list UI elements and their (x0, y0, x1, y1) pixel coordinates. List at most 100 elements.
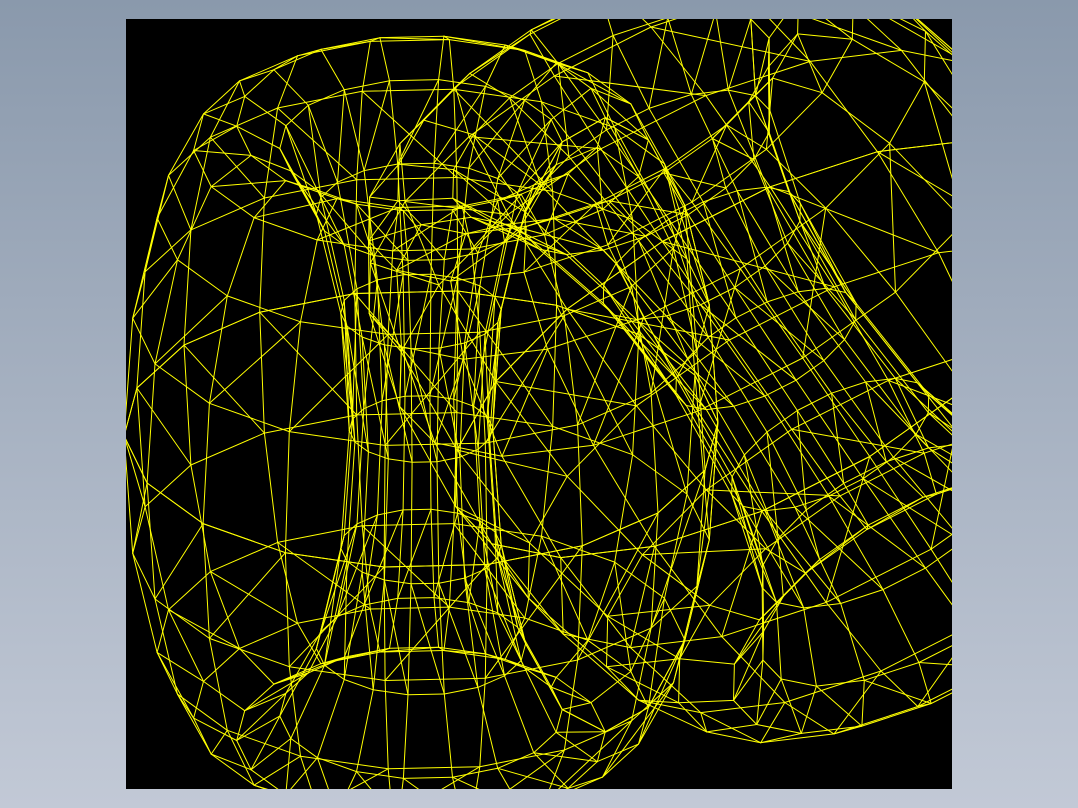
front-torus-parallel-edge (363, 400, 383, 410)
back-torus-meridian-edge (918, 662, 932, 704)
front-torus-parallel-edge (363, 163, 399, 172)
back-torus-meridian-edge (667, 19, 692, 95)
front-torus-parallel-edge (144, 464, 192, 508)
back-torus-meridian-edge (750, 19, 756, 97)
front-torus-meridian-edge (263, 432, 279, 543)
back-torus-meridian-edge (840, 603, 865, 681)
back-torus-diagonal-edge (501, 348, 548, 457)
front-torus-parallel-edge (356, 177, 458, 181)
front-torus-parallel-edge (177, 259, 228, 297)
back-torus-meridian-edge (899, 19, 926, 32)
front-torus-parallel-edge (468, 602, 499, 614)
front-torus-parallel-edge (381, 395, 406, 402)
back-torus-parallel-edge (529, 19, 562, 35)
front-torus-meridian-edge (320, 196, 345, 301)
back-torus-parallel-edge (833, 706, 919, 735)
back-torus-parallel-edge (895, 234, 952, 293)
back-torus-diagonal-edge (727, 19, 752, 91)
back-torus-parallel-edge (663, 138, 713, 174)
front-torus-parallel-edge (565, 787, 569, 789)
back-torus-meridian-edge (821, 92, 891, 144)
back-torus-meridian-edge (600, 148, 663, 242)
front-torus-meridian-edge (320, 48, 345, 91)
front-torus-meridian-edge (438, 259, 445, 349)
back-torus-parallel-edge (839, 452, 925, 497)
front-torus-parallel-edge (190, 432, 265, 466)
front-torus-parallel-edge (389, 79, 440, 82)
front-torus-parallel-edge (369, 39, 450, 42)
back-torus-meridian-edge (768, 19, 784, 39)
front-torus-parallel-edge (244, 683, 275, 712)
front-torus-meridian-edge (343, 571, 363, 680)
back-torus-parallel-edge (776, 601, 805, 609)
front-torus-meridian-edge (407, 583, 412, 696)
front-torus-meridian-edge (369, 608, 381, 653)
front-torus-parallel-edge (236, 95, 246, 127)
front-torus-parallel-edge (402, 508, 432, 511)
back-torus-meridian-edge (399, 143, 406, 202)
front-torus-meridian-edge (686, 374, 696, 495)
back-torus-parallel-edge (420, 224, 467, 235)
front-torus-meridian-edge (208, 637, 228, 731)
front-torus-diagonal-edge (650, 469, 706, 629)
front-torus-parallel-edge (550, 119, 563, 143)
front-torus-meridian-edge (541, 425, 554, 537)
front-torus-meridian-edge (457, 512, 470, 604)
back-torus-parallel-edge (766, 291, 799, 303)
front-torus-meridian-edge (567, 173, 603, 210)
front-torus-meridian-edge (438, 35, 445, 81)
back-torus-diagonal-edge (700, 304, 797, 381)
front-torus-meridian-edge (343, 418, 353, 536)
back-torus-diagonal-edge (553, 75, 707, 97)
front-torus-parallel-edge (236, 125, 252, 156)
back-torus-diagonal-edge (469, 33, 531, 74)
back-torus-parallel-edge (862, 456, 894, 480)
back-torus-meridian-edge (767, 33, 799, 68)
front-torus-parallel-edge (253, 784, 267, 789)
front-torus-parallel-edge (193, 150, 212, 188)
front-torus-parallel-edge (356, 771, 404, 779)
front-torus-parallel-edge (343, 80, 390, 91)
back-torus-meridian-edge (880, 670, 919, 707)
back-torus-parallel-edge (923, 443, 952, 454)
front-torus-parallel-edge (208, 402, 290, 433)
back-torus-parallel-edge (369, 143, 401, 198)
back-torus-meridian-edge (566, 475, 643, 556)
back-torus-meridian-edge (938, 252, 952, 282)
wireframe-canvas[interactable] (126, 19, 952, 789)
back-torus-diagonal-edge (887, 379, 952, 406)
front-torus-meridian-edge (484, 240, 505, 335)
back-torus-meridian-edge (369, 163, 400, 198)
front-torus-parallel-edge (183, 311, 261, 346)
front-torus-parallel-edge (340, 547, 348, 562)
front-torus-parallel-edge (279, 715, 292, 739)
front-torus-diagonal-edge (533, 752, 598, 763)
front-torus-diagonal-edge (132, 482, 148, 554)
back-torus-parallel-edge (887, 359, 952, 381)
back-torus-diagonal-edge (799, 202, 847, 293)
front-torus-diagonal-edge (320, 647, 390, 665)
back-torus-diagonal-edge (630, 545, 656, 649)
back-torus-diagonal-edge (690, 19, 715, 95)
back-torus-diagonal-edge (766, 431, 779, 539)
back-torus-parallel-edge (742, 505, 766, 512)
front-torus-parallel-edge (132, 317, 156, 365)
back-torus-meridian-edge (739, 268, 804, 359)
front-torus-parallel-edge (136, 344, 185, 389)
back-torus-diagonal-edge (889, 142, 896, 293)
back-torus-parallel-edge (562, 633, 631, 649)
front-torus-meridian-edge (504, 617, 526, 660)
cad-viewport[interactable] (126, 19, 952, 789)
front-torus-meridian-edge (614, 454, 634, 563)
back-torus-meridian-edge (509, 97, 570, 158)
back-torus-parallel-edge (750, 19, 770, 39)
front-torus-meridian-edge (202, 523, 210, 639)
front-torus-parallel-edge (587, 72, 632, 105)
back-torus-parallel-edge (756, 724, 802, 734)
front-torus-parallel-edge (664, 597, 686, 641)
back-torus-parallel-edge (780, 678, 817, 687)
front-torus-parallel-edge (630, 103, 649, 141)
front-torus-meridian-edge (347, 771, 357, 789)
front-torus-meridian-edge (387, 768, 391, 789)
front-torus-meridian-edge (429, 273, 432, 397)
